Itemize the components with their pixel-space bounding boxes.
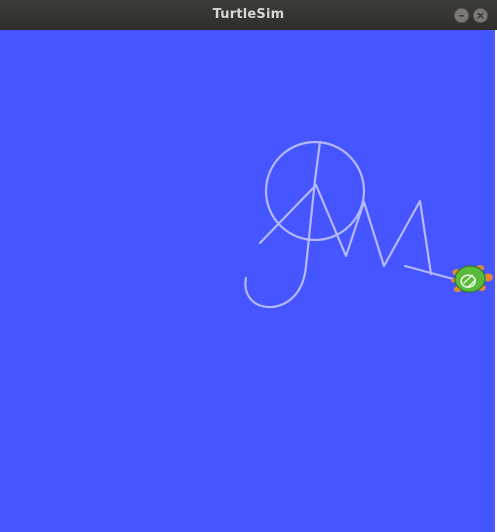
close-icon: × (475, 9, 486, 22)
turtle-canvas (0, 30, 495, 532)
pen-trail-left-diagonal (258, 183, 318, 245)
pen-trail-circle (264, 140, 366, 242)
pen-trail-zigzag (314, 183, 433, 276)
drawing-surface (244, 140, 493, 309)
turtlesim-window: TurtleSim – × (0, 0, 497, 532)
title-bar[interactable]: TurtleSim – × (0, 0, 497, 31)
pen-trail-stem (304, 140, 322, 268)
turtle-icon (451, 265, 493, 293)
minimize-icon: – (458, 9, 465, 22)
minimize-button[interactable]: – (454, 8, 469, 23)
close-button[interactable]: × (473, 8, 488, 23)
window-title: TurtleSim (212, 7, 285, 22)
pen-trail-hook (244, 264, 308, 309)
